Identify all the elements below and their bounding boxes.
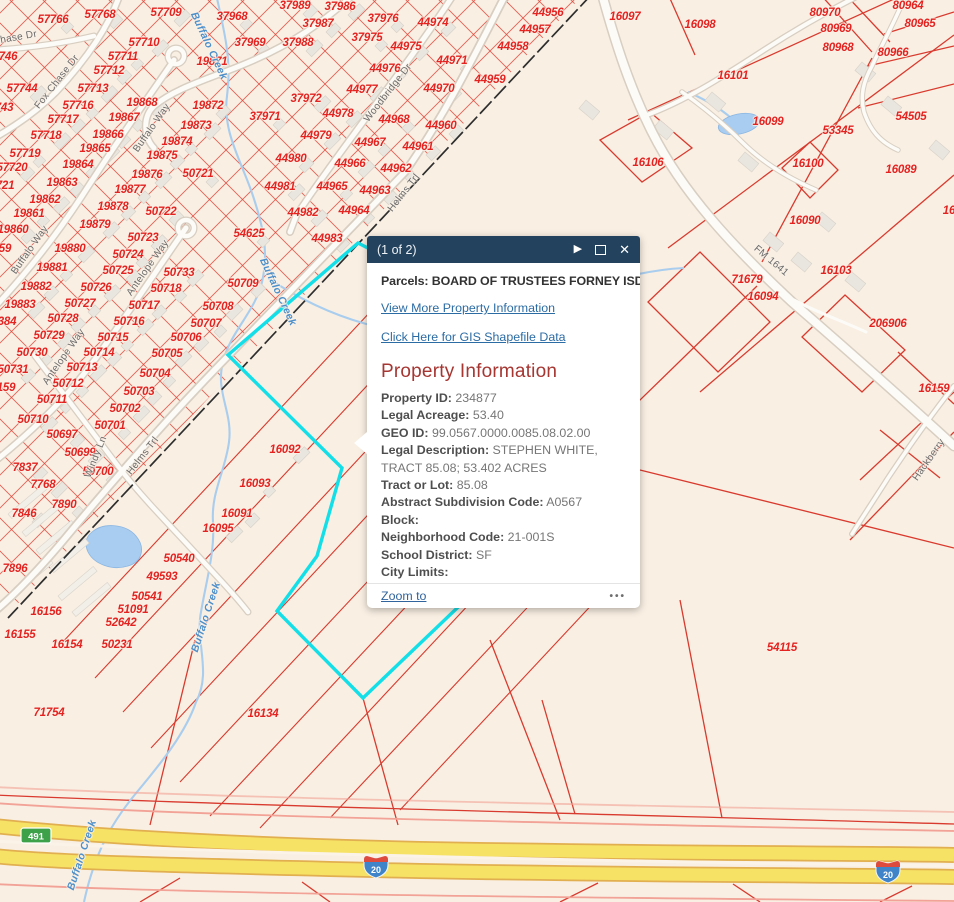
gis-shapefile-link[interactable]: Click Here for GIS Shapefile Data: [381, 330, 626, 344]
property-field: GEO ID: 99.0567.0000.0085.08.02.00: [381, 425, 626, 442]
property-info-popup: (1 of 2) ▶ ✕ Parcels: BOARD OF TRUSTEES …: [367, 236, 640, 608]
property-fields: Property ID: 234877Legal Acreage: 53.40G…: [381, 390, 626, 581]
property-field: Abstract Subdivision Code: A0567: [381, 494, 626, 511]
svg-text:20: 20: [883, 870, 893, 880]
popup-header: (1 of 2) ▶ ✕: [367, 236, 640, 263]
maximize-icon[interactable]: [595, 245, 606, 255]
exit-491-shield: 491: [21, 828, 51, 843]
property-field: Block:: [381, 512, 626, 529]
property-field: Neighborhood Code: 21-001S: [381, 529, 626, 546]
view-more-property-link[interactable]: View More Property Information: [381, 301, 626, 315]
section-heading: Property Information: [381, 361, 626, 383]
svg-text:491: 491: [28, 832, 45, 843]
close-icon[interactable]: ✕: [619, 243, 630, 256]
property-field: Legal Acreage: 53.40: [381, 407, 626, 424]
zoom-to-link[interactable]: Zoom to: [381, 589, 426, 603]
property-field: Tract or Lot: 85.08: [381, 477, 626, 494]
popup-footer: Zoom to •••: [367, 583, 640, 608]
property-field: City Limits:: [381, 564, 626, 581]
popup-body: Parcels: BOARD OF TRUSTEES FORNEY ISD Vi…: [367, 263, 640, 583]
property-field: Property ID: 234877: [381, 390, 626, 407]
svg-text:20: 20: [371, 865, 381, 875]
more-options-icon[interactable]: •••: [609, 591, 626, 602]
popup-title: Parcels: BOARD OF TRUSTEES FORNEY ISD: [381, 274, 626, 288]
property-field: Legal Description: STEPHEN WHITE, TRACT …: [381, 442, 626, 477]
next-feature-icon[interactable]: ▶: [574, 244, 582, 255]
property-field: School District: SF: [381, 547, 626, 564]
feature-pager: (1 of 2): [377, 243, 417, 257]
